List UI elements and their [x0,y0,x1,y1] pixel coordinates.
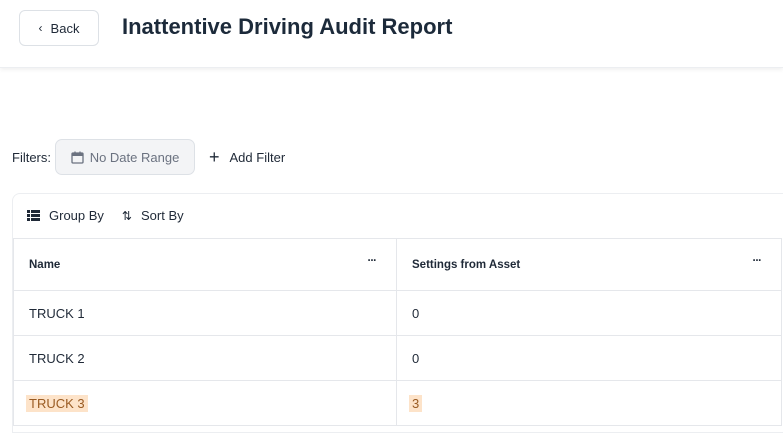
cell-name: TRUCK 2 [13,335,397,381]
column-menu-icon[interactable]: ··· [368,255,377,267]
plus-icon: + [209,146,220,167]
cell-settings: 0 [396,290,782,336]
cell-name: TRUCK 3 [13,380,397,426]
report-panel: Group By ⇅ Sort By Name ··· Settings from… [12,193,783,433]
cell-settings: 3 [396,380,782,426]
column-header-name[interactable]: Name ··· [13,238,397,291]
sort-arrows-icon: ⇅ [121,208,132,223]
table-toolbar: Group By ⇅ Sort By [27,208,184,223]
cell-settings: 0 [396,335,782,381]
list-icon [27,210,40,221]
chevron-left-icon: ‹ [38,21,43,35]
column-menu-icon[interactable]: ··· [753,255,762,267]
sort-by-button[interactable]: ⇅ Sort By [122,208,184,223]
highlighted-text: TRUCK 3 [26,394,88,412]
cell-name: TRUCK 1 [13,290,397,336]
group-by-button[interactable]: Group By [27,208,104,223]
calendar-icon [71,151,84,164]
back-button[interactable]: ‹ Back [19,10,99,46]
filters-label: Filters: [12,149,51,165]
filters-bar: Filters: No Date Range + Add Filter [12,139,285,175]
table-row[interactable]: TRUCK 3 3 [13,380,782,426]
page-title: Inattentive Driving Audit Report [122,14,453,39]
table-header-row: Name ··· Settings from Asset ··· [13,238,782,291]
column-header-settings[interactable]: Settings from Asset ··· [396,238,782,291]
highlighted-text: 3 [409,394,423,412]
add-filter-button[interactable]: + Add Filter [209,147,285,168]
report-table: Name ··· Settings from Asset ··· TRUCK 1 0… [13,238,782,426]
table-row[interactable]: TRUCK 1 0 [13,290,782,336]
date-range-filter[interactable]: No Date Range [55,139,195,175]
table-row[interactable]: TRUCK 2 0 [13,335,782,381]
page-header: ‹ Back Inattentive Driving Audit Report [0,0,783,68]
